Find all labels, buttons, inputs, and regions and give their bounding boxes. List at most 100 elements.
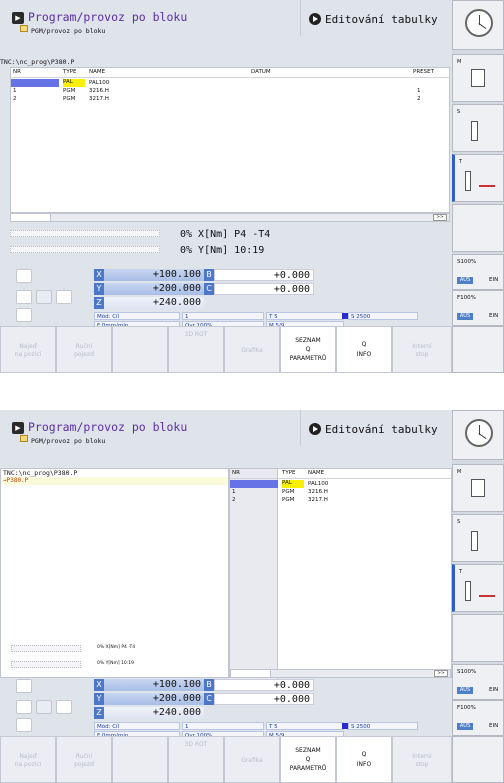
empty-right-key[interactable] [452,736,504,783]
t-function-key[interactable]: T [452,564,504,612]
table-row[interactable]: 0 PAL PAL100 [11,79,449,87]
softkey-label: Najeď [19,753,37,760]
softkey-empty[interactable] [112,736,168,783]
softkey-q-param-list[interactable]: SEZNAM Q PARAMETRŮ [280,736,336,783]
f-override-label: F100% [457,705,476,711]
edit-table-mode-button[interactable]: Editování tabulky [300,410,452,446]
table-row[interactable]: 1 PGM 3216.H [230,488,451,496]
row-nr: 0 [230,480,278,488]
page-right-button[interactable]: >> [433,214,447,221]
softkey-graphics[interactable]: Grafika [224,326,280,373]
page-subtitle: PGM/provoz po bloku [31,437,106,445]
blank-button[interactable] [16,700,32,714]
col-type: TYPE [63,69,77,75]
blank-button[interactable] [56,290,72,304]
table-row[interactable]: 2 PGM 3217.H [230,496,451,504]
blank-button[interactable] [16,290,32,304]
axis-b-label: B [204,269,214,281]
ein-label: EIN [489,723,499,729]
softkey-move-to-position[interactable]: Najeď na pozici [0,736,56,783]
edit-table-label: Editování tabulky [325,423,438,436]
refresh-icon[interactable] [16,679,32,693]
softkey-graphics[interactable]: Grafika [224,736,280,783]
col-nr: NR [232,470,240,476]
axis-c-label: C [204,693,214,705]
axis-c-value: +0.000 [214,693,314,705]
softkey-empty[interactable] [112,326,168,373]
s-function-key[interactable]: S [452,514,504,562]
col-name: NAME [89,69,106,75]
feed-override-key[interactable]: F100% AUS EIN [452,290,504,326]
status-x-line: 0% X[Nm] P4 -T4 [97,645,136,650]
softkey-move-to-position[interactable]: Najeď na pozici [0,326,56,373]
softkey-q-info[interactable]: Q INFO [336,736,392,783]
row-nr: 1 [232,489,236,495]
header: ▶ Program/provoz po bloku PGM/provoz po … [0,410,452,446]
blank-button[interactable] [16,718,32,732]
table-row[interactable]: 0 PAL PAL100 [230,480,451,488]
s-function-key[interactable]: S [452,104,504,152]
feed-override-key[interactable]: F100% AUS EIN [452,700,504,736]
blank-button[interactable] [16,308,32,322]
program-path: TNC:\nc_prog\P380.P [0,58,75,66]
t-function-key[interactable]: T [452,154,504,202]
m-function-key[interactable]: M [452,54,504,102]
softkey-manual-jog[interactable]: Ruční pojezd [56,326,112,373]
axis-c-label: C [204,283,214,295]
s-override-label: S100% [457,669,477,675]
axis-b-label: B [204,679,214,691]
softkey-label: Grafika [241,757,263,764]
f-override-label: F100% [457,295,476,301]
softkey-label: INFO [356,761,372,768]
softkey-internal-stop[interactable]: Interní stop [392,736,452,783]
softkey-q-param-list[interactable]: SEZNAM Q PARAMETRŮ [280,326,336,373]
empty-right-key[interactable] [452,326,504,373]
softkey-manual-jog[interactable]: Ruční pojezd [56,736,112,783]
edit-table-mode-button[interactable]: Editování tabulky [300,0,452,36]
ein-label: EIN [489,277,499,283]
horizontal-scrollbar[interactable]: >> [10,213,450,222]
program-line[interactable]: →P380.P [1,477,228,485]
clock-key[interactable] [452,410,504,460]
softkey-label: Q [305,346,311,353]
spindle-icon [471,531,478,551]
row-type: PGM [282,489,295,495]
tool-icon [465,171,471,191]
table-row[interactable]: 2 PGM 3217.H 2 [11,95,449,103]
refresh-icon[interactable] [16,269,32,283]
softkey-label: INFO [356,351,372,358]
empty-right-key[interactable] [452,614,504,662]
program-run-icon: ▶ [12,12,24,24]
blank-button[interactable] [56,700,72,714]
softkey-label: Q [361,751,367,758]
clock-key[interactable] [452,0,504,50]
row-name: 3217.H [308,497,328,503]
edit-mode-icon [309,423,321,435]
pallet-table: NR TYPE NAME DATUM PRESET 0 PAL PAL100 1… [10,67,450,213]
softkey-3d-rot[interactable]: 3D ROT [168,326,224,373]
spindle-override-key[interactable]: S100% AUS EIN [452,664,504,700]
empty-right-key[interactable] [452,204,504,252]
axis-z-label: Z [94,297,104,309]
row-type: PAL [63,79,85,87]
softkey-internal-stop[interactable]: Interní stop [392,326,452,373]
softkey-label: Interní [412,343,432,350]
col-name: NAME [308,470,325,476]
axis-x-value: +100.100 [104,269,204,281]
speed-info: S 2500 [348,722,418,730]
table-row[interactable]: 1 PGM 3216.H 1 [11,87,449,95]
scroll-thumb[interactable] [11,214,51,221]
table-header: NR TYPE NAME DATUM PRESET [11,68,449,78]
row-nr: 2 [13,96,17,102]
workpiece-icon[interactable] [36,290,52,304]
screen-table-view: ▶ Program/provoz po bloku PGM/provoz po … [0,0,504,373]
s-override-label: S100% [457,259,477,265]
m-function-key[interactable]: M [452,464,504,512]
edit-mode-icon [309,13,321,25]
softkey-3d-rot[interactable]: 3D ROT [168,736,224,783]
spindle-override-key[interactable]: S100% AUS EIN [452,254,504,290]
spindle-ref-info: 1 [182,722,264,730]
workpiece-icon[interactable] [36,700,52,714]
right-softkey-bar: M S T S100% AUS EIN F100% AUS EIN [452,0,504,373]
softkey-q-info[interactable]: Q INFO [336,326,392,373]
